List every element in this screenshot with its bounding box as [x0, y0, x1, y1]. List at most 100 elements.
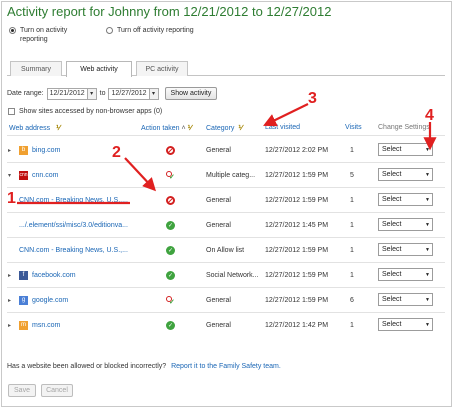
- chevron-down-icon: ▼: [425, 147, 430, 153]
- col-change-label: Change Settings: [378, 124, 430, 131]
- non-browser-apps-row: Show sites accessed by non-browser apps …: [8, 108, 162, 115]
- to-date-input[interactable]: 12/27/2012: [108, 87, 150, 100]
- change-setting-select[interactable]: Select ▼: [378, 193, 433, 206]
- last-visited-cell: 12/27/2012 1:59 PM: [265, 271, 329, 279]
- category-cell: Social Network...: [206, 271, 259, 279]
- select-value: Select: [382, 146, 402, 153]
- chevron-down-icon: ▼: [425, 322, 430, 328]
- select-value: Select: [382, 271, 402, 278]
- chevron-down-icon: ▼: [425, 172, 430, 178]
- from-date-dropdown-icon[interactable]: ▾: [87, 87, 97, 100]
- col-last-visited[interactable]: Last visited: [265, 124, 300, 131]
- site-link[interactable]: CNN.com - Breaking News, U.S.,...: [19, 197, 128, 204]
- select-value: Select: [382, 196, 402, 203]
- site-link[interactable]: bing.com: [32, 147, 60, 154]
- action-cell: ✓: [166, 213, 175, 237]
- change-setting-select[interactable]: Select ▼: [378, 243, 433, 256]
- select-value: Select: [382, 221, 402, 228]
- save-button[interactable]: Save: [8, 384, 36, 397]
- category-cell: General: [206, 221, 231, 229]
- select-value: Select: [382, 246, 402, 253]
- action-cell: ✓: [166, 313, 175, 337]
- annotation-2: 2: [112, 144, 121, 161]
- cancel-button[interactable]: Cancel: [41, 384, 73, 397]
- annotation-3: 3: [308, 90, 317, 107]
- visits-cell: 1: [350, 271, 354, 279]
- last-visited-cell: 12/27/2012 1:42 PM: [265, 321, 329, 329]
- site-link[interactable]: facebook.com: [32, 272, 76, 279]
- radio-activity-off[interactable]: Turn off activity reporting: [106, 26, 194, 35]
- non-browser-apps-checkbox[interactable]: [8, 108, 15, 115]
- tab-summary[interactable]: Summary: [10, 61, 62, 76]
- sort-filter-icon[interactable]: ⅟: [238, 124, 242, 132]
- site-link[interactable]: msn.com: [32, 322, 60, 329]
- site-link[interactable]: google.com: [32, 297, 68, 304]
- expand-icon[interactable]: ▸: [8, 263, 11, 287]
- site-link[interactable]: CNN.com - Breaking News, U.S.,...: [19, 247, 128, 254]
- last-visited-cell: 12/27/2012 1:59 PM: [265, 296, 329, 304]
- site-link[interactable]: cnn.com: [32, 172, 58, 179]
- change-setting-select[interactable]: Select ▼: [378, 168, 433, 181]
- expand-icon[interactable]: ▸: [8, 138, 11, 162]
- table-row: ▾ cnn cnn.com ✓ Multiple categ... 12/27/…: [0, 163, 454, 187]
- expand-icon[interactable]: ▸: [8, 288, 11, 312]
- tab-web-activity[interactable]: Web activity: [66, 61, 132, 77]
- site-cell: b bing.com: [19, 138, 60, 162]
- sort-arrow-icon[interactable]: ˄: [182, 125, 186, 132]
- select-value: Select: [382, 171, 402, 178]
- expand-icon[interactable]: ▸: [8, 313, 11, 337]
- warned-icon: ✓: [166, 295, 175, 306]
- change-setting-select[interactable]: Select ▼: [378, 143, 433, 156]
- tab-bar: Summary Web activity PC activity: [7, 60, 445, 77]
- col-last-visited-label: Last visited: [265, 124, 301, 131]
- change-setting-select[interactable]: Select ▼: [378, 218, 433, 231]
- report-link[interactable]: Report it to the Family Safety team.: [171, 363, 281, 370]
- category-cell: On Allow list: [206, 246, 245, 254]
- select-value: Select: [382, 296, 402, 303]
- sort-filter-icon[interactable]: ⅟: [56, 124, 60, 132]
- radio-on-button[interactable]: [9, 27, 16, 34]
- category-cell: General: [206, 321, 231, 329]
- annotation-1: 1: [7, 190, 16, 207]
- col-web-address[interactable]: Web address ⅟: [9, 124, 60, 133]
- col-visits[interactable]: Visits: [345, 124, 362, 131]
- category-cell: General: [206, 196, 231, 204]
- site-cell: CNN.com - Breaking News, U.S.,...: [19, 238, 128, 262]
- col-web-address-label: Web address: [9, 124, 51, 132]
- radio-activity-on[interactable]: Turn on activity reporting: [9, 26, 82, 44]
- warned-icon: ✓: [166, 170, 175, 181]
- chevron-down-icon: ▼: [425, 272, 430, 278]
- header-divider: [7, 135, 445, 136]
- table-row: ▸ f facebook.com ✓ Social Network... 12/…: [0, 263, 454, 287]
- site-link[interactable]: .../.element/ssi/misc/3.0/editionva...: [19, 222, 128, 229]
- last-visited-cell: 12/27/2012 1:45 PM: [265, 221, 329, 229]
- last-visited-cell: 12/27/2012 2:02 PM: [265, 146, 329, 154]
- show-activity-button[interactable]: Show activity: [164, 87, 218, 100]
- radio-off-label: Turn off activity reporting: [117, 27, 194, 34]
- visits-cell: 1: [350, 321, 354, 329]
- allowed-icon: ✓: [166, 270, 175, 280]
- from-date-input[interactable]: 12/21/2012: [46, 87, 88, 100]
- allowed-icon: ✓: [166, 245, 175, 255]
- radio-off-button[interactable]: [106, 27, 113, 34]
- facebook-icon: f: [19, 270, 28, 280]
- change-setting-select[interactable]: Select ▼: [378, 318, 433, 331]
- change-setting-select[interactable]: Select ▼: [378, 268, 433, 281]
- chevron-down-icon: ▼: [425, 222, 430, 228]
- msn-icon: m: [19, 320, 28, 330]
- to-label: to: [99, 90, 106, 97]
- site-cell: cnn cnn.com: [19, 163, 58, 187]
- collapse-icon[interactable]: ▾: [8, 163, 11, 187]
- change-setting-select[interactable]: Select ▼: [378, 293, 433, 306]
- col-visits-label: Visits: [345, 124, 362, 131]
- tab-pc-activity[interactable]: PC activity: [136, 61, 188, 76]
- site-cell: CNN.com - Breaking News, U.S.,...: [19, 188, 128, 212]
- date-range-label: Date range:: [7, 90, 44, 97]
- annotation-4: 4: [425, 107, 434, 124]
- category-cell: General: [206, 296, 231, 304]
- col-category[interactable]: Category ⅟: [206, 124, 242, 133]
- sort-filter-icon[interactable]: ⅟: [188, 124, 192, 132]
- to-date-dropdown-icon[interactable]: ▾: [149, 87, 159, 100]
- col-action-taken[interactable]: Action taken ˄ ⅟: [141, 124, 192, 133]
- action-cell: [166, 188, 175, 212]
